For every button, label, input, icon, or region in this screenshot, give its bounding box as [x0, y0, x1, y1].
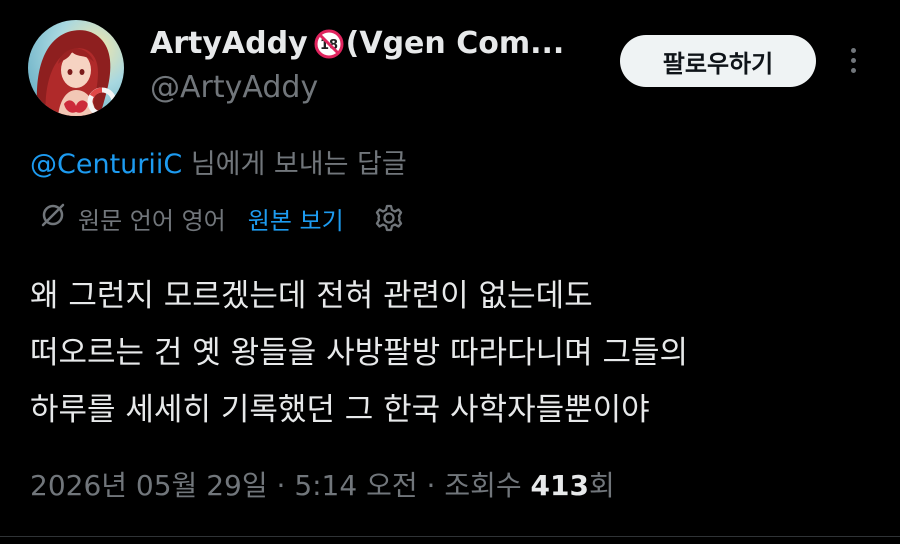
tweet-text-line: 떠오르는 건 옛 왕들을 사방팔방 따라다니며 그들의 [30, 335, 689, 371]
meta-separator: · [267, 469, 295, 502]
author-name-suffix: (Vgen Com... [345, 26, 565, 61]
translation-bar: 원문 언어 영어 원본 보기 [38, 198, 404, 238]
meta-separator: · [417, 469, 445, 502]
divider [0, 536, 900, 537]
tweet-meta: 2026년 05월 29일 · 5:14 오전 · 조회수 413회 [30, 464, 615, 504]
author-name-text: ArtyAddy [150, 26, 308, 61]
reply-context-suffix: 님에게 보내는 답글 [182, 149, 407, 180]
more-dot [850, 67, 856, 73]
views-prefix: 조회수 [444, 469, 531, 502]
tweet-text: 왜 그런지 모르겠는데 전혀 관련이 없는데도 떠오르는 건 옛 왕들을 사방팔… [30, 268, 870, 439]
avatar-image [28, 20, 124, 116]
views-count: 413 [530, 469, 589, 502]
tweet-text-line: 왜 그런지 모르겠는데 전혀 관련이 없는데도 [30, 278, 593, 314]
gear-icon[interactable] [374, 203, 404, 233]
tweet-date[interactable]: 2026년 05월 29일 [30, 469, 268, 502]
author-handle[interactable]: @ArtyAddy [150, 70, 318, 105]
translate-icon [38, 200, 68, 236]
show-original-link[interactable]: 원본 보기 [248, 201, 344, 236]
author-display-name[interactable]: ArtyAddy 18 (Vgen Com... [150, 26, 564, 61]
tweet-time[interactable]: 5:14 오전 [294, 469, 417, 502]
more-dot [850, 47, 856, 53]
follow-button[interactable]: 팔로우하기 [620, 35, 816, 87]
reply-mention-link[interactable]: @CenturiiC [30, 149, 182, 180]
more-dot [850, 57, 856, 63]
avatar[interactable] [28, 20, 124, 116]
more-icon[interactable] [838, 40, 868, 80]
translation-language-info: 원문 언어 영어 [78, 206, 226, 235]
tweet-text-line: 하루를 세세히 기록했던 그 한국 사학자들뿐이야 [30, 392, 650, 428]
reply-context: @CenturiiC 님에게 보내는 답글 [30, 142, 407, 181]
views-suffix: 회 [588, 469, 615, 502]
no-under-18-icon: 18 [314, 29, 344, 59]
